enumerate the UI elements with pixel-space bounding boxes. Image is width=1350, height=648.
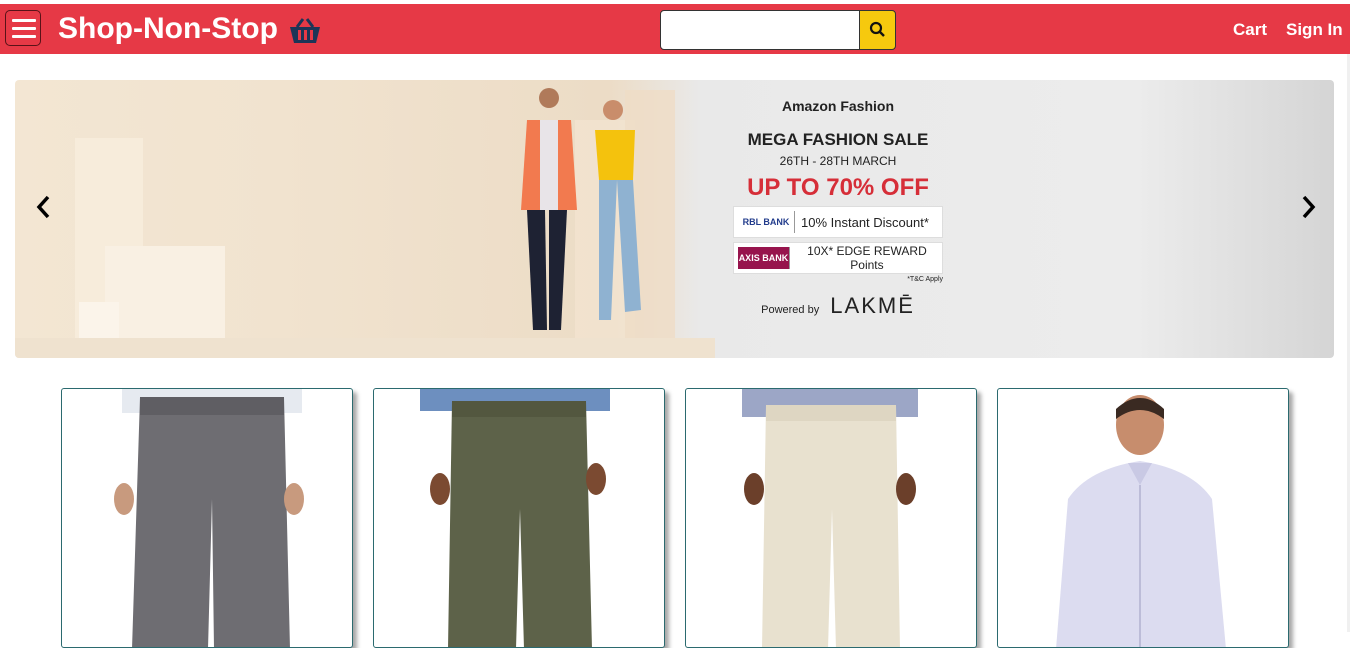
search-button[interactable] — [859, 10, 896, 50]
chevron-right-icon[interactable] — [1293, 192, 1323, 222]
product-card[interactable] — [373, 388, 665, 648]
product-card[interactable] — [997, 388, 1289, 648]
product-image-lavender-shirt — [1056, 395, 1226, 647]
search-bar — [660, 10, 896, 50]
powered-label: Powered by — [761, 304, 820, 316]
lakme-logo: LAKMĒ — [830, 293, 915, 318]
bank-offer-text: 10X* EDGE REWARD Points — [807, 244, 927, 272]
bank-offer-text: 10% Instant Discount* — [801, 214, 929, 230]
menu-button[interactable] — [5, 10, 41, 46]
hamburger-icon-bar — [12, 35, 36, 38]
hamburger-icon — [12, 19, 36, 22]
promo-panel: Amazon Fashion MEGA FASHION SALE 26TH - … — [733, 98, 943, 319]
promo-headline: MEGA FASHION SALE — [747, 130, 929, 149]
product-card[interactable] — [685, 388, 977, 648]
basket-icon — [290, 18, 320, 43]
product-image-khaki-trousers — [742, 389, 918, 647]
product-image-grey-trousers — [114, 389, 304, 647]
bank-offer-rbl: RBL BANK 10% Instant Discount* — [733, 206, 943, 238]
rbl-bank-logo: RBL BANK — [738, 211, 795, 233]
search-input[interactable] — [660, 10, 860, 50]
search-icon — [869, 21, 885, 37]
header-bar: Shop-Non-Stop Cart Sign In — [0, 4, 1350, 54]
product-image-olive-trousers — [420, 389, 610, 647]
promo-offer: UP TO 70% OFF — [747, 174, 929, 201]
signin-link[interactable]: Sign In — [1286, 20, 1343, 40]
banner-scene-image — [15, 88, 715, 358]
hamburger-icon-bar — [12, 27, 36, 30]
tc-note: *T&C Apply — [907, 276, 943, 283]
powered-by: Powered by LAKMĒ — [733, 293, 943, 319]
promo-brand: Amazon Fashion — [781, 98, 894, 114]
brand-title[interactable]: Shop-Non-Stop — [58, 12, 278, 46]
chevron-left-icon[interactable] — [29, 192, 59, 222]
hero-banner[interactable]: Amazon Fashion MEGA FASHION SALE 26TH - … — [15, 80, 1334, 358]
bank-offer-axis: AXIS BANK 10X* EDGE REWARD Points — [733, 242, 943, 274]
axis-bank-logo: AXIS BANK — [738, 247, 790, 269]
cart-link[interactable]: Cart — [1233, 20, 1267, 40]
product-card[interactable] — [61, 388, 353, 648]
promo-dates: 26TH - 28TH MARCH — [779, 154, 897, 168]
